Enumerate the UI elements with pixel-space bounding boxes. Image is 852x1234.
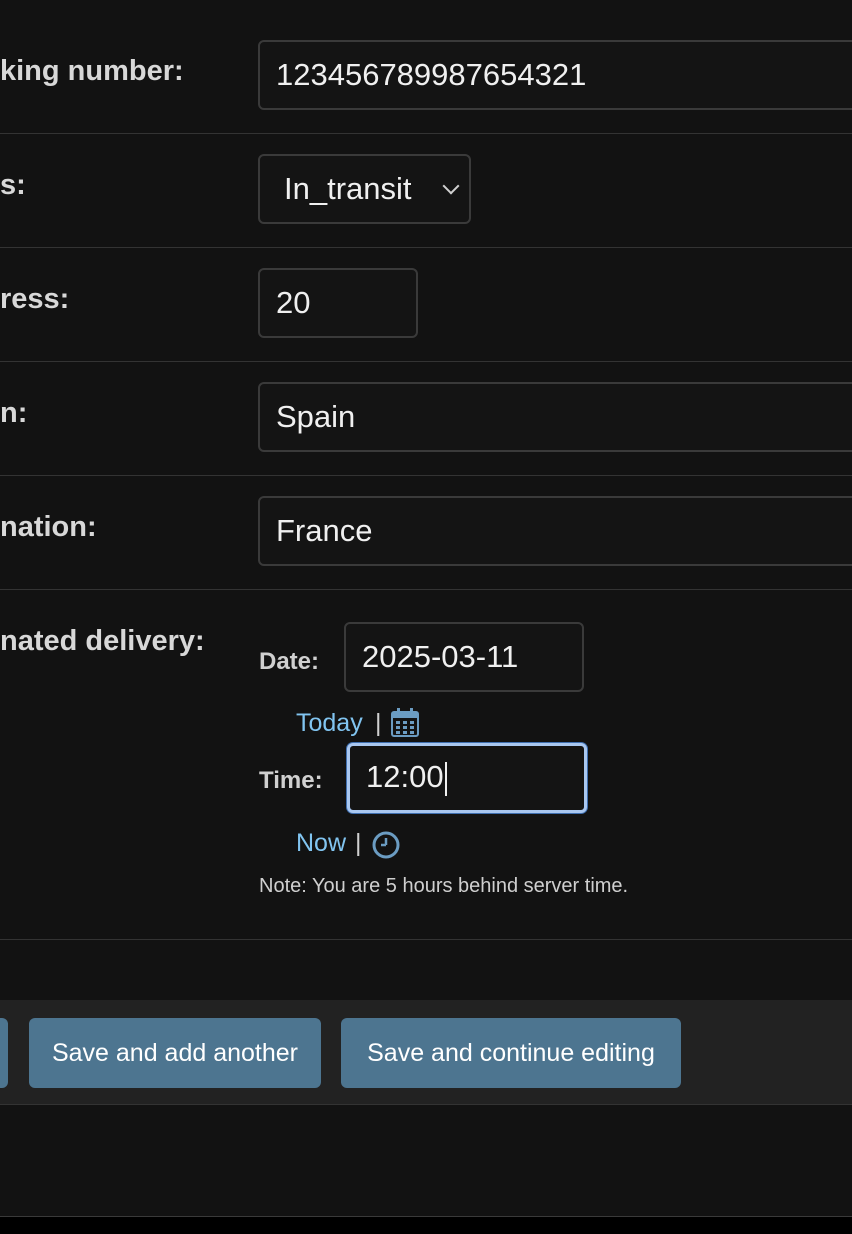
status-select[interactable]: In_transit (258, 154, 471, 224)
form-row-tracking-number: king number: 123456789987654321 (0, 0, 852, 134)
now-separator: | (355, 829, 362, 857)
destination-input[interactable]: France (258, 496, 852, 566)
text-caret (444, 761, 447, 796)
form-row-status: s: In_transit (0, 133, 852, 248)
progress-input[interactable]: 20 (258, 268, 418, 338)
clock-icon[interactable] (371, 830, 401, 865)
save-and-continue-button[interactable]: Save and continue editing (341, 1018, 681, 1088)
status-label: s: (0, 169, 26, 201)
progress-label: ress: (0, 283, 70, 315)
today-separator: | (375, 709, 382, 737)
time-input-value: 12:00 (366, 759, 444, 794)
now-link[interactable]: Now (296, 829, 346, 858)
form-row-origin: n: Spain (0, 361, 852, 476)
form-row-destination: nation: France (0, 475, 852, 590)
form-row-estimated-delivery: nated delivery: Date: 2025-03-11 Today |… (0, 589, 852, 940)
date-input[interactable]: 2025-03-11 (344, 622, 584, 692)
save-button-partial[interactable] (0, 1018, 8, 1088)
origin-input[interactable]: Spain (258, 382, 852, 452)
date-label: Date: (259, 648, 320, 675)
submit-row: Save and add another Save and continue e… (0, 1000, 852, 1105)
origin-label: n: (0, 397, 28, 429)
tracking-number-label: king number: (0, 55, 184, 87)
form-row-progress: ress: 20 (0, 247, 852, 362)
chevron-down-icon (442, 177, 460, 195)
change-form: king number: 123456789987654321 s: In_tr… (0, 0, 852, 1234)
save-and-add-another-button[interactable]: Save and add another (29, 1018, 321, 1088)
today-link[interactable]: Today (296, 709, 363, 738)
tracking-number-input[interactable]: 123456789987654321 (258, 40, 852, 110)
status-select-value: In_transit (284, 171, 412, 206)
time-label: Time: (259, 767, 323, 794)
estimated-delivery-label: nated delivery: (0, 625, 205, 657)
destination-label: nation: (0, 511, 97, 543)
timezone-note: Note: You are 5 hours behind server time… (259, 875, 629, 897)
calendar-icon[interactable] (389, 706, 421, 743)
time-input[interactable]: 12:00 (347, 743, 587, 813)
bottom-divider (0, 1216, 852, 1234)
